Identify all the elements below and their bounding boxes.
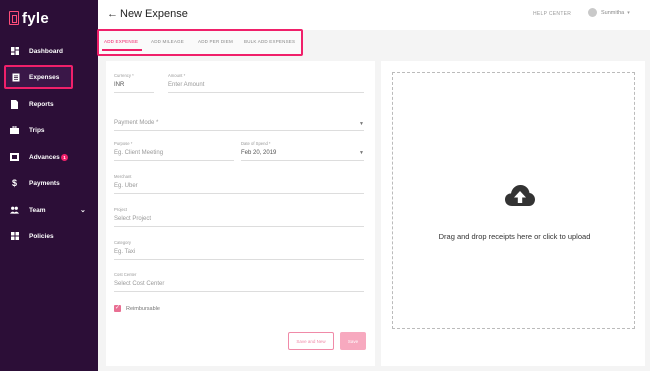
reimbursable-label: Reimbursable: [126, 306, 160, 312]
purpose-input[interactable]: Eg. Client Meeting: [114, 150, 234, 156]
active-tab-indicator: [102, 49, 142, 51]
cost-center-label: Cost Center: [114, 272, 137, 277]
sidebar-item-label: Reports: [29, 100, 54, 108]
purpose-label: Purpose *: [114, 141, 133, 146]
sidebar-item-advances[interactable]: Advances 1: [0, 145, 98, 169]
cost-center-select[interactable]: Select Cost Center: [114, 281, 364, 287]
project-label: Project: [114, 207, 128, 212]
field-underline: [114, 259, 364, 260]
sidebar-item-label: Team: [29, 206, 46, 214]
sidebar-item-payments[interactable]: $ Payments: [0, 171, 98, 195]
logo-text: fyle: [22, 9, 50, 27]
sidebar-item-team[interactable]: Team ⌄: [0, 198, 98, 222]
dropdown-arrow-icon: ▼: [359, 121, 364, 127]
field-underline: [114, 92, 154, 93]
merchant-input[interactable]: Eg. Uber: [114, 183, 364, 189]
expense-type-tabs: ADD EXPENSE ADD MILEAGE ADD PER DIEM BUL…: [97, 29, 303, 56]
avatar: [588, 8, 597, 17]
dropdown-arrow-icon: ▼: [359, 150, 364, 156]
sidebar-item-label: Trips: [29, 126, 45, 134]
advances-count-badge: 1: [61, 153, 68, 161]
project-select[interactable]: Select Project: [114, 216, 364, 222]
tab-add-mileage[interactable]: ADD MILEAGE: [151, 39, 184, 44]
category-field[interactable]: Category Eg. Taxi: [114, 240, 364, 260]
field-underline: [114, 130, 364, 131]
field-underline: [114, 226, 364, 227]
field-underline: [114, 193, 364, 194]
purpose-field[interactable]: Purpose * Eg. Client Meeting: [114, 141, 234, 161]
payment-mode-placeholder: Payment Mode *: [114, 120, 159, 126]
logo-mark-icon: [9, 11, 19, 25]
dashboard-icon: [10, 47, 19, 56]
field-underline: [168, 92, 364, 93]
sidebar: fyle Dashboard Expenses Reports Trips Ad…: [0, 0, 98, 371]
sidebar-item-trips[interactable]: Trips: [0, 118, 98, 142]
user-menu[interactable]: Sunmitha ▾: [588, 8, 630, 17]
tab-bulk-add-expenses[interactable]: BULK ADD EXPENSES: [244, 39, 295, 44]
grid-icon: [10, 232, 19, 241]
date-value: Feb 20, 2019: [241, 150, 277, 156]
chevron-down-icon[interactable]: ⌄: [80, 206, 86, 214]
sidebar-item-label: Payments: [29, 179, 60, 187]
merchant-label: Merchant: [114, 174, 132, 179]
sidebar-item-dashboard[interactable]: Dashboard: [0, 39, 98, 63]
currency-label: Currency *: [114, 73, 134, 78]
receipt-upload-panel: Drag and drop receipts here or click to …: [381, 61, 645, 366]
category-input[interactable]: Eg. Taxi: [114, 249, 364, 255]
document-icon: [10, 99, 19, 109]
sidebar-item-policies[interactable]: Policies: [0, 224, 98, 248]
sidebar-item-label: Dashboard: [29, 47, 63, 55]
sidebar-item-label: Advances: [29, 153, 60, 161]
category-label: Category: [114, 240, 131, 245]
people-icon: [10, 206, 19, 215]
chevron-down-icon: ▾: [627, 9, 630, 16]
help-center-link[interactable]: HELP CENTER: [533, 11, 571, 17]
amount-field[interactable]: Amount * Enter Amount: [168, 73, 364, 93]
save-and-new-button[interactable]: Save and New: [288, 332, 334, 350]
username: Sunmitha: [601, 9, 625, 16]
payment-mode-select[interactable]: Payment Mode * ▼: [114, 116, 364, 131]
field-underline: [114, 291, 364, 292]
sidebar-item-label: Expenses: [29, 73, 60, 81]
sidebar-item-label: Policies: [29, 232, 54, 240]
reimbursable-checkbox[interactable]: ✓: [114, 305, 121, 312]
merchant-field[interactable]: Merchant Eg. Uber: [114, 174, 364, 194]
briefcase-icon: [10, 126, 19, 135]
amount-input[interactable]: Enter Amount: [168, 82, 364, 88]
currency-field[interactable]: Currency * INR: [114, 73, 154, 93]
fyle-logo[interactable]: fyle: [9, 9, 50, 27]
currency-value: INR: [114, 82, 125, 88]
wallet-icon: [10, 153, 19, 162]
project-field[interactable]: Project Select Project: [114, 207, 364, 227]
receipt-dropzone[interactable]: Drag and drop receipts here or click to …: [392, 72, 635, 329]
date-label: Date of Spend *: [241, 141, 271, 146]
tab-add-per-diem[interactable]: ADD PER DIEM: [198, 39, 233, 44]
field-underline: [114, 160, 234, 161]
expense-form: Currency * INR Amount * Enter Amount Pay…: [106, 61, 375, 366]
cost-center-field[interactable]: Cost Center Select Cost Center: [114, 272, 364, 292]
upload-instructions: Drag and drop receipts here or click to …: [438, 232, 591, 241]
receipt-icon: [11, 73, 20, 82]
page-title: New Expense: [120, 8, 188, 20]
field-underline: [241, 160, 364, 161]
cloud-upload-icon: [505, 184, 535, 208]
back-arrow-icon[interactable]: ←: [107, 8, 118, 20]
top-header: ← New Expense HELP CENTER Sunmitha ▾: [98, 0, 650, 30]
sidebar-item-expenses[interactable]: Expenses: [4, 65, 73, 89]
save-button[interactable]: Save: [340, 332, 366, 350]
amount-label: Amount *: [168, 73, 186, 78]
tab-add-expense[interactable]: ADD EXPENSE: [104, 39, 138, 44]
sidebar-item-reports[interactable]: Reports: [0, 92, 98, 116]
dollar-icon: $: [11, 178, 17, 188]
date-of-spend-field[interactable]: Date of Spend * Feb 20, 2019 ▼: [241, 141, 364, 161]
